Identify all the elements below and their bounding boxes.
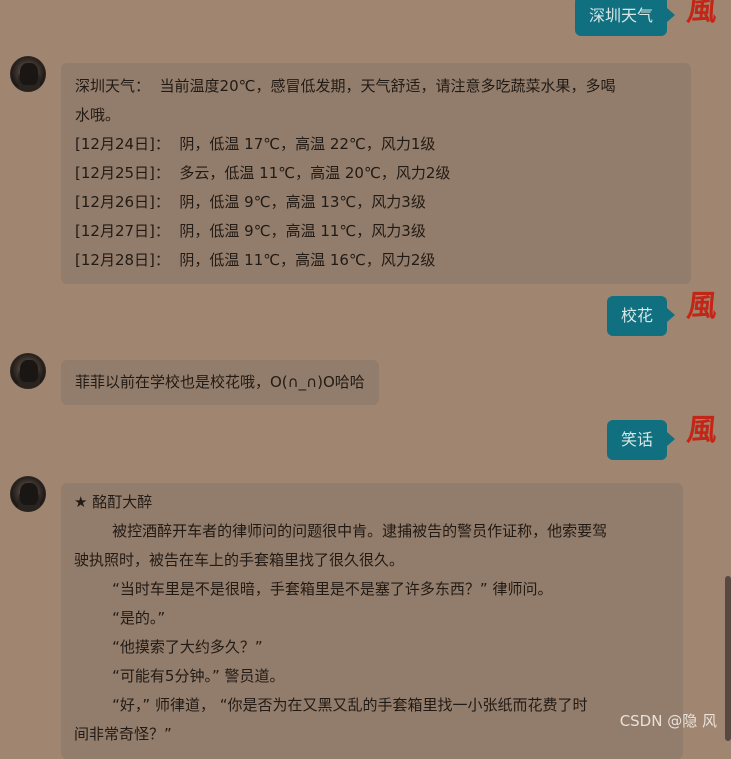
- bot-message-bubble: ★ 酩酊大醉 被控酒醉开车者的律师问的问题很中肯。逮捕被告的警员作证称，他索要驾…: [61, 483, 683, 759]
- bot-message-line: 被控酒醉开车者的律师问的问题很中肯。逮捕被告的警员作证称，他索要驾: [74, 522, 608, 540]
- bot-message-line: [12月25日]： 多云，低温 11℃，高温 20℃，风力2级: [75, 164, 451, 182]
- user-avatar[interactable]: 風: [683, 413, 721, 448]
- bot-message-line: [12月26日]： 阴，低温 9℃，高温 13℃，风力3级: [75, 193, 426, 211]
- bot-message-line: [12月27日]： 阴，低温 9℃，高温 11℃，风力3级: [75, 222, 426, 240]
- bot-message-line: [12月28日]： 阴，低温 11℃，高温 16℃，风力2级: [75, 251, 436, 269]
- bot-message-bubble: 菲菲以前在学校也是校花哦，O(∩_∩)O哈哈: [61, 360, 379, 405]
- bot-avatar[interactable]: [10, 476, 46, 512]
- user-message-text: 笑话: [620, 430, 653, 449]
- bot-message-row: ★ 酩酊大醉 被控酒醉开车者的律师问的问题很中肯。逮捕被告的警员作证称，他索要驾…: [10, 476, 683, 759]
- bot-message-line: ★ 酩酊大醉: [74, 493, 153, 511]
- user-message-text: 深圳天气: [588, 6, 653, 25]
- bot-message-line: 间非常奇怪？”: [74, 725, 172, 743]
- user-message-row: 校花 風: [606, 289, 719, 336]
- watermark: CSDN @隐 风: [619, 712, 717, 730]
- bot-message-line: [12月24日]： 阴，低温 17℃，高温 22℃，风力1级: [75, 135, 436, 153]
- bot-message-line: “是的。”: [74, 609, 166, 627]
- bot-message-line: “他摸索了大约多久？”: [74, 638, 263, 656]
- bot-message-row: 菲菲以前在学校也是校花哦，O(∩_∩)O哈哈: [10, 353, 379, 405]
- bot-avatar[interactable]: [10, 353, 46, 389]
- bot-avatar[interactable]: [10, 56, 46, 92]
- bot-message-bubble: 深圳天气： 当前温度20℃，感冒低发期，天气舒适，请注意多吃蔬菜水果，多喝 水哦…: [61, 63, 691, 284]
- bot-message-line: 驶执照时，被告在车上的手套箱里找了很久很久。: [74, 551, 405, 569]
- user-message-bubble[interactable]: 校花: [606, 296, 676, 336]
- user-avatar[interactable]: 風: [683, 289, 721, 324]
- user-message-row: 笑话 風: [606, 413, 719, 460]
- user-message-text: 校花: [620, 306, 653, 325]
- user-message-bubble[interactable]: 笑话: [606, 420, 676, 460]
- user-message-row: 深圳天气 風: [574, 0, 721, 40]
- bot-message-line: 深圳天气： 当前温度20℃，感冒低发期，天气舒适，请注意多吃蔬菜水果，多喝: [75, 77, 616, 95]
- user-message-bubble[interactable]: 深圳天气: [574, 0, 676, 36]
- bot-message-line: 菲菲以前在学校也是校花哦，O(∩_∩)O哈哈: [75, 373, 365, 391]
- bot-message-line: 水哦。: [75, 106, 121, 124]
- bot-message-line: “当时车里是不是很暗，手套箱里是不是塞了许多东西？” 律师问。: [74, 580, 553, 598]
- bot-message-line: “好，” 师律道， “你是否为在又黑又乱的手套箱里找一小张纸而花费了时: [74, 696, 588, 714]
- scrollbar-thumb[interactable]: [725, 576, 731, 741]
- bot-message-line: “可能有5分钟。” 警员道。: [74, 667, 285, 685]
- user-avatar[interactable]: 風: [683, 0, 721, 28]
- bot-message-row: 深圳天气： 当前温度20℃，感冒低发期，天气舒适，请注意多吃蔬菜水果，多喝 水哦…: [10, 56, 691, 284]
